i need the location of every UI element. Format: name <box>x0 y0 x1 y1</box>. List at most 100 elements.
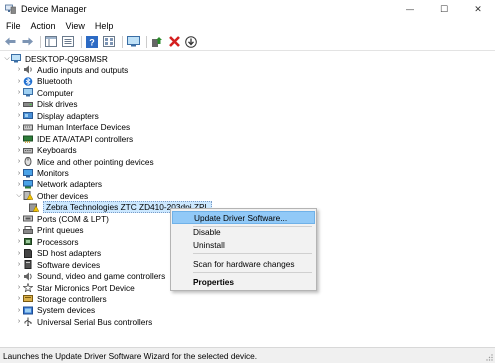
toolbar-separator <box>40 35 41 48</box>
ide-icon <box>23 135 33 144</box>
device-manager-icon <box>5 4 16 14</box>
maximize-button[interactable]: ☐ <box>427 0 461 18</box>
computer-icon <box>23 88 33 97</box>
tree-category-item[interactable]: › System devices <box>15 305 95 316</box>
tree-category-item[interactable]: › Computer <box>15 87 74 98</box>
tree-category-item[interactable]: › Mice and other pointing devices <box>15 156 154 167</box>
ctx-scan-hardware[interactable]: Scan for hardware changes <box>172 257 315 270</box>
scan-hardware-button[interactable] <box>126 35 140 49</box>
tree-category-item[interactable]: › Processors <box>15 236 79 247</box>
expand-chevron-icon[interactable]: › <box>15 145 23 156</box>
tree-category-item[interactable]: › Keyboards <box>15 145 77 156</box>
tree-category-item[interactable]: › Star Micronics Port Device <box>15 282 135 293</box>
show-hide-tree-button[interactable] <box>44 35 58 49</box>
minimize-button[interactable]: — <box>393 0 427 18</box>
processor-icon <box>24 238 32 246</box>
expand-chevron-icon[interactable]: › <box>15 133 23 144</box>
collapse-chevron-icon[interactable]: ⌵ <box>3 53 11 64</box>
sd-icon <box>24 248 32 258</box>
tree-item-label: Sound, video and game controllers <box>37 271 166 281</box>
expand-chevron-icon[interactable]: › <box>15 179 23 190</box>
tree-item-label: SD host adapters <box>37 248 102 259</box>
expand-chevron-icon[interactable]: › <box>15 259 23 270</box>
tree-category-item[interactable]: › Print queues <box>15 225 84 236</box>
ctx-uninstall[interactable]: Uninstall <box>172 238 315 251</box>
monitor-icon <box>126 36 140 47</box>
tree-category-item[interactable]: › Universal Serial Bus controllers <box>15 316 152 327</box>
tree-item-label: Storage controllers <box>37 293 107 304</box>
ctx-separator <box>193 253 312 254</box>
menu-file[interactable]: File <box>0 21 26 31</box>
forward-button[interactable] <box>20 35 34 49</box>
tree-category-item[interactable]: › Human Interface Devices <box>15 122 130 133</box>
expand-chevron-icon[interactable]: › <box>15 87 23 98</box>
expand-chevron-icon[interactable]: › <box>15 156 23 167</box>
expand-chevron-icon[interactable]: › <box>15 282 23 293</box>
expand-chevron-icon[interactable]: › <box>15 213 23 224</box>
expand-chevron-icon[interactable]: › <box>15 236 23 247</box>
back-button[interactable] <box>3 35 17 49</box>
close-button[interactable]: ✕ <box>461 0 495 18</box>
window-title: Device Manager <box>21 4 87 14</box>
resize-grip-icon[interactable] <box>485 353 493 361</box>
tree-item-label: Computer <box>37 87 74 98</box>
system-icon <box>23 306 33 315</box>
tree-category-item[interactable]: › Ports (COM & LPT) <box>15 213 109 224</box>
device-tree: ⌵ DESKTOP-Q9G8MSR › Audio inputs and outp… <box>0 52 495 346</box>
help-button[interactable]: ? <box>85 35 99 49</box>
menu-view[interactable]: View <box>61 21 90 31</box>
enable-device-button[interactable] <box>184 35 198 49</box>
other-devices-icon <box>23 191 33 201</box>
speaker-icon <box>24 65 32 74</box>
close-icon: ✕ <box>474 3 482 14</box>
forward-arrow-icon <box>22 37 33 46</box>
software-icon <box>24 260 32 270</box>
menu-help[interactable]: Help <box>90 21 119 31</box>
disk-icon <box>23 101 33 107</box>
tree-item-label: Universal Serial Bus controllers <box>37 316 153 327</box>
uninstall-red-x-icon <box>168 36 180 47</box>
tree-category-item[interactable]: › Disk drives <box>15 99 78 110</box>
expand-chevron-icon[interactable]: › <box>15 316 23 327</box>
properties-button[interactable] <box>61 35 75 49</box>
tree-category-item[interactable]: ⌵ Other devices <box>15 190 88 201</box>
ctx-update-driver[interactable]: Update Driver Software... <box>172 211 315 224</box>
toolbar: ? <box>0 33 495 51</box>
tree-category-item[interactable]: › Display adapters <box>15 110 99 121</box>
ctx-disable[interactable]: Disable <box>172 225 315 238</box>
expand-chevron-icon[interactable]: › <box>15 64 23 75</box>
expand-chevron-icon[interactable]: › <box>15 293 23 304</box>
expand-chevron-icon[interactable]: › <box>15 248 23 259</box>
tree-category-item[interactable]: › Audio inputs and outputs <box>15 64 129 75</box>
tree-category-item[interactable]: › Bluetooth <box>15 76 72 87</box>
uninstall-button[interactable] <box>167 35 181 49</box>
expand-chevron-icon[interactable]: › <box>15 110 23 121</box>
tree-category-item[interactable]: › Storage controllers <box>15 293 107 304</box>
tree-item-label: Network adapters <box>37 179 103 190</box>
monitor-icon <box>23 168 33 177</box>
expand-chevron-icon[interactable]: › <box>15 122 23 133</box>
tree-category-item[interactable]: › SD host adapters <box>15 248 101 259</box>
expand-chevron-icon[interactable]: › <box>15 225 23 236</box>
tree-category-item[interactable]: › IDE ATA/ATAPI controllers <box>15 133 133 144</box>
expand-chevron-icon[interactable]: › <box>15 168 23 179</box>
tree-category-item[interactable]: › Sound, video and game controllers <box>15 271 165 282</box>
update-driver-button[interactable] <box>150 35 164 49</box>
expand-chevron-icon[interactable]: › <box>15 305 23 316</box>
tree-item-label: Keyboards <box>37 145 77 156</box>
tree-category-item[interactable]: › Software devices <box>15 259 100 270</box>
maximize-icon: ☐ <box>439 3 449 14</box>
tree-category-item[interactable]: › Monitors <box>15 168 69 179</box>
sound-icon <box>24 272 32 280</box>
tree-root[interactable]: ⌵ DESKTOP-Q9G8MSR <box>3 53 108 64</box>
menu-action[interactable]: Action <box>26 21 61 31</box>
expand-chevron-icon[interactable]: › <box>15 76 23 87</box>
collapse-chevron-icon[interactable]: ⌵ <box>15 190 23 201</box>
tree-category-item[interactable]: › Network adapters <box>15 179 102 190</box>
view-button[interactable] <box>102 35 116 49</box>
tree-item-label: Mice and other pointing devices <box>37 156 154 167</box>
expand-chevron-icon[interactable]: › <box>15 271 23 282</box>
expand-chevron-icon[interactable]: › <box>15 99 23 110</box>
ctx-properties[interactable]: Properties <box>172 275 315 288</box>
minimize-icon: — <box>406 4 414 14</box>
